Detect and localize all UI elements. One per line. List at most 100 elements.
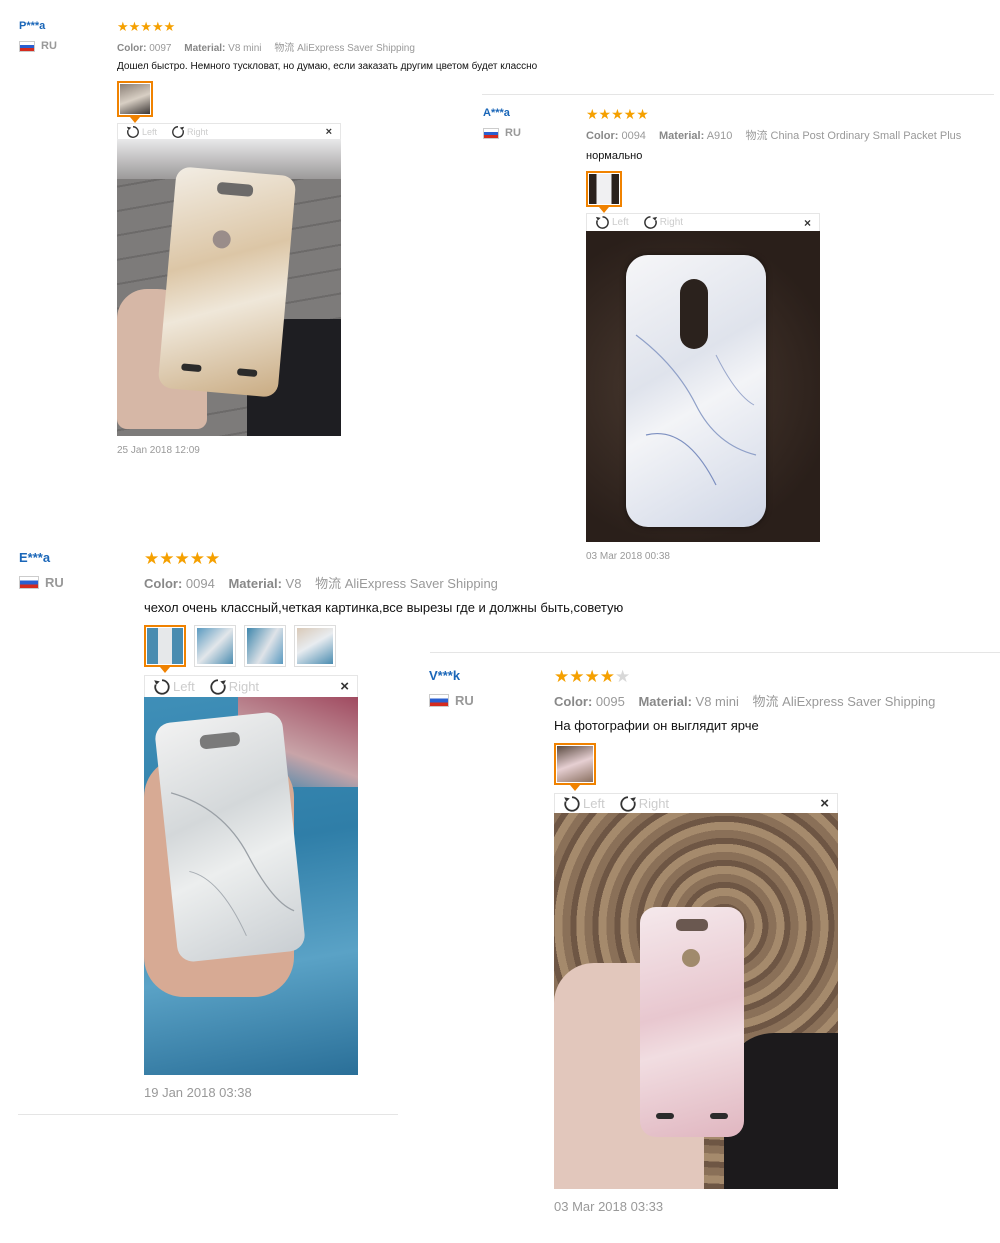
rotate-right-icon [620, 795, 636, 812]
photo-thumbnails [586, 171, 961, 213]
photo-thumbnail[interactable] [144, 625, 186, 673]
material-value: V8 mini [695, 694, 739, 709]
reviewer-name[interactable]: V***k [429, 668, 474, 683]
close-icon[interactable]: × [326, 126, 332, 138]
photo-phone-case [157, 166, 297, 398]
thumbnail-image [557, 746, 593, 782]
review-body: ★★★★★ Color: 0094 Material: A910 物流 Chin… [586, 107, 961, 562]
photo-viewer: Left Right × [117, 123, 341, 436]
shipping-method: China Post Ordinary Small Packet Plus [770, 130, 962, 142]
star-rating: ★★★★★ [144, 549, 221, 568]
rotate-left-button[interactable]: Left [126, 125, 157, 139]
material-label: Material: [638, 694, 692, 709]
shipping-method: AliExpress Saver Shipping [297, 43, 415, 54]
thumbnail-image [147, 628, 183, 664]
order-info: Color: 0094 Material: V8 物流 AliExpress S… [144, 573, 623, 592]
rotate-left-button[interactable]: Left [595, 215, 629, 230]
photo-viewer: Left Right × [554, 793, 838, 1189]
star-rating: ★★★★★ [586, 106, 649, 122]
order-info: Color: 0097 Material: V8 mini 物流 AliExpr… [117, 39, 537, 54]
viewer-toolbar: Left Right × [554, 793, 838, 813]
logistics-icon: 物流 [752, 695, 779, 710]
review-body: ★★★★★ Color: 0097 Material: V8 mini 物流 A… [117, 20, 537, 456]
thumbnail-image [247, 628, 283, 664]
russia-flag-icon [429, 694, 449, 707]
photo-thumbnail[interactable] [117, 81, 153, 123]
material-value: V8 mini [228, 43, 262, 54]
photo-thumbnail[interactable] [194, 625, 236, 667]
rotate-left-icon [564, 795, 580, 812]
russia-flag-icon [483, 127, 499, 139]
review-text: На фотографии он выглядит ярче [554, 718, 759, 733]
rotate-left-button[interactable]: Left [153, 678, 195, 696]
logistics-icon: 物流 [274, 43, 295, 54]
viewer-toolbar: Left Right × [586, 213, 820, 231]
rotate-right-label: Right [659, 217, 684, 228]
rotate-left-label: Left [612, 217, 629, 228]
shipping-method: AliExpress Saver Shipping [782, 694, 936, 709]
photo-phone-case [153, 710, 307, 964]
reviewer-info: P***a RU [19, 20, 57, 52]
thumbnail-image [297, 628, 333, 664]
color-label: Color: [586, 130, 619, 142]
photo-thumbnail[interactable] [554, 743, 596, 791]
viewer-toolbar: Left Right × [144, 675, 358, 697]
reviewer-info: V***k RU [429, 668, 474, 708]
rotate-right-label: Right [228, 679, 260, 694]
reviewer-name[interactable]: P***a [19, 20, 57, 32]
rotate-right-button[interactable]: Right [619, 795, 669, 813]
review-text: Дошел быстро. Немного тускловат, но дума… [117, 61, 538, 72]
order-info: Color: 0094 Material: A910 物流 China Post… [586, 127, 961, 143]
reviewer-name[interactable]: A***a [483, 107, 521, 119]
rotate-right-button[interactable]: Right [209, 678, 259, 696]
review-date: 03 Mar 2018 03:33 [554, 1199, 664, 1214]
color-value: 0097 [149, 43, 172, 54]
rotate-right-button[interactable]: Right [171, 125, 208, 139]
photo-thumbnails [117, 81, 537, 123]
review-body: ★★★★★ Color: 0094 Material: V8 物流 AliExp… [144, 550, 623, 1100]
close-icon[interactable]: × [340, 678, 349, 695]
rotate-right-label: Right [638, 796, 670, 811]
reviewer-country: RU [19, 40, 57, 52]
thumbnail-image [120, 84, 150, 114]
stars-filled: ★★★★ [554, 667, 615, 686]
close-icon[interactable]: × [804, 216, 811, 230]
country-code: RU [41, 40, 57, 52]
review-photo [144, 697, 358, 1075]
close-icon[interactable]: × [820, 795, 829, 812]
order-info: Color: 0095 Material: V8 mini 物流 AliExpr… [554, 691, 935, 710]
material-label: Material: [228, 576, 282, 591]
material-label: Material: [184, 43, 226, 54]
review-text: чехол очень классный,четкая картинка,все… [144, 600, 624, 615]
rotate-left-label: Left [173, 679, 195, 694]
star-rating: ★★★★★ [554, 668, 935, 685]
material-value: A910 [706, 130, 733, 142]
rotate-left-button[interactable]: Left [563, 795, 605, 813]
divider [18, 1114, 398, 1115]
color-label: Color: [144, 576, 183, 591]
photo-thumbnail[interactable] [294, 625, 336, 667]
photo-viewer: Left Right × [586, 213, 820, 542]
logistics-icon: 物流 [745, 129, 768, 142]
review-date: 25 Jan 2018 12:09 [117, 445, 200, 456]
photo-phone-case [640, 907, 744, 1137]
rotate-right-label: Right [187, 126, 209, 137]
photo-viewer: Left Right × [144, 675, 358, 1075]
rotate-right-icon [172, 125, 185, 138]
reviewer-name[interactable]: E***a [19, 550, 64, 565]
material-value: V8 [285, 576, 302, 591]
photo-phone-case [626, 255, 766, 527]
photo-thumbnail[interactable] [586, 171, 622, 213]
reviewer-info: E***a RU [19, 550, 64, 590]
material-label: Material: [659, 130, 705, 142]
photo-thumbnail[interactable] [244, 625, 286, 667]
color-value: 0094 [185, 576, 215, 591]
review-date: 03 Mar 2018 00:38 [586, 551, 670, 562]
star-rating: ★★★★★ [117, 19, 176, 34]
color-label: Color: [554, 694, 593, 709]
rotate-right-button[interactable]: Right [643, 215, 683, 230]
rotate-left-icon [126, 125, 139, 138]
photo-thumbnails [144, 625, 623, 673]
rotate-right-icon [643, 216, 657, 229]
russia-flag-icon [19, 40, 35, 52]
